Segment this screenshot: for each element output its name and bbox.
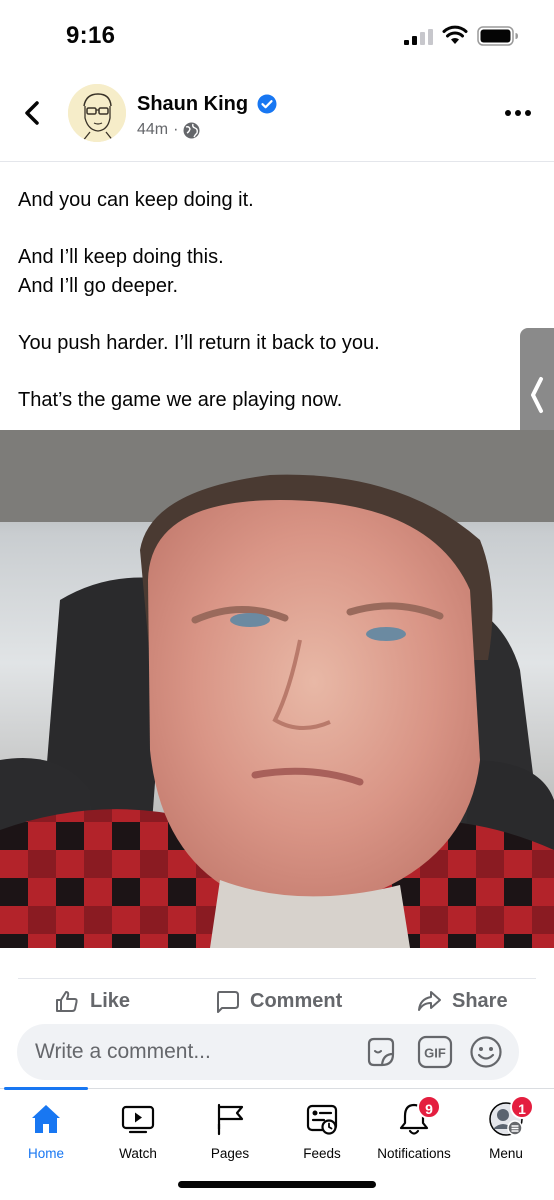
author-avatar[interactable] <box>68 84 126 142</box>
like-button[interactable]: Like <box>54 988 130 1014</box>
tab-label: Pages <box>210 1146 250 1161</box>
gif-label: GIF <box>424 1046 446 1061</box>
tab-label: Home <box>27 1146 64 1161</box>
post-paragraph: And I’ll keep doing this. And I’ll go de… <box>18 246 224 297</box>
globe-icon <box>183 122 200 138</box>
tab-menu[interactable]: 1 Menu <box>460 1095 552 1169</box>
tab-label: Feeds <box>303 1146 341 1161</box>
menu-badge: 1 <box>510 1095 534 1119</box>
status-time: 9:16 <box>66 22 116 49</box>
more-options-icon[interactable] <box>504 106 532 120</box>
back-button[interactable] <box>20 98 46 128</box>
thumbs-up-icon <box>56 991 78 1012</box>
tab-watch[interactable]: Watch <box>92 1101 184 1169</box>
cellular-signal-icon <box>404 29 433 45</box>
comment-placeholder: Write a comment... <box>35 1040 211 1063</box>
feeds-icon <box>306 1104 338 1135</box>
avatar-illustration <box>68 84 126 142</box>
post-text: And you can keep doing it. And I’ll keep… <box>18 186 518 443</box>
notification-count-badge: 9 <box>417 1095 441 1119</box>
battery-icon <box>477 26 518 46</box>
sticker-icon[interactable] <box>363 1034 399 1070</box>
like-label: Like <box>90 989 131 1012</box>
tab-home[interactable]: Home <box>0 1101 92 1169</box>
home-icon <box>32 1105 60 1133</box>
tab-feeds[interactable]: Feeds <box>276 1101 368 1169</box>
share-button[interactable]: Share <box>416 988 508 1014</box>
comment-bubble-icon <box>217 991 239 1013</box>
home-indicator[interactable] <box>178 1181 376 1188</box>
post-paragraph: And you can keep doing it. <box>18 189 254 211</box>
tab-pages[interactable]: Pages <box>184 1101 276 1169</box>
post-paragraph: That’s the game we are playing now. <box>18 388 343 411</box>
divider <box>18 978 536 979</box>
chevron-left-icon <box>531 377 543 413</box>
verified-badge-icon <box>257 94 277 114</box>
comment-label: Comment <box>250 989 343 1012</box>
tab-label: Notifications <box>377 1146 451 1161</box>
gif-icon[interactable]: GIF <box>417 1035 453 1069</box>
post-action-bar: Like Comment Share <box>0 988 554 1022</box>
tab-label: Watch <box>119 1146 157 1161</box>
watch-icon <box>121 1105 155 1134</box>
share-arrow-icon <box>418 991 441 1011</box>
share-label: Share <box>452 989 508 1012</box>
author-name[interactable]: Shaun King <box>137 93 248 116</box>
emoji-icon[interactable] <box>469 1035 503 1069</box>
wifi-icon <box>442 25 468 44</box>
photo-image <box>0 430 554 948</box>
post-meta: 44m · <box>137 121 200 139</box>
post-header: Shaun King 44m · <box>0 72 554 162</box>
status-bar: 9:16 <box>0 0 554 72</box>
tab-label: Menu <box>489 1146 523 1161</box>
meta-separator: · <box>173 121 179 138</box>
pages-flag-icon <box>217 1103 244 1136</box>
tab-notifications[interactable]: 9 Notifications <box>368 1095 460 1169</box>
post-photo[interactable] <box>0 430 554 948</box>
post-timestamp[interactable]: 44m <box>137 121 168 139</box>
comment-input[interactable]: Write a comment... GIF <box>17 1024 519 1080</box>
comment-button[interactable]: Comment <box>214 988 342 1014</box>
post-paragraph: You push harder. I’ll return it back to … <box>18 331 380 354</box>
active-tab-indicator <box>4 1087 88 1090</box>
